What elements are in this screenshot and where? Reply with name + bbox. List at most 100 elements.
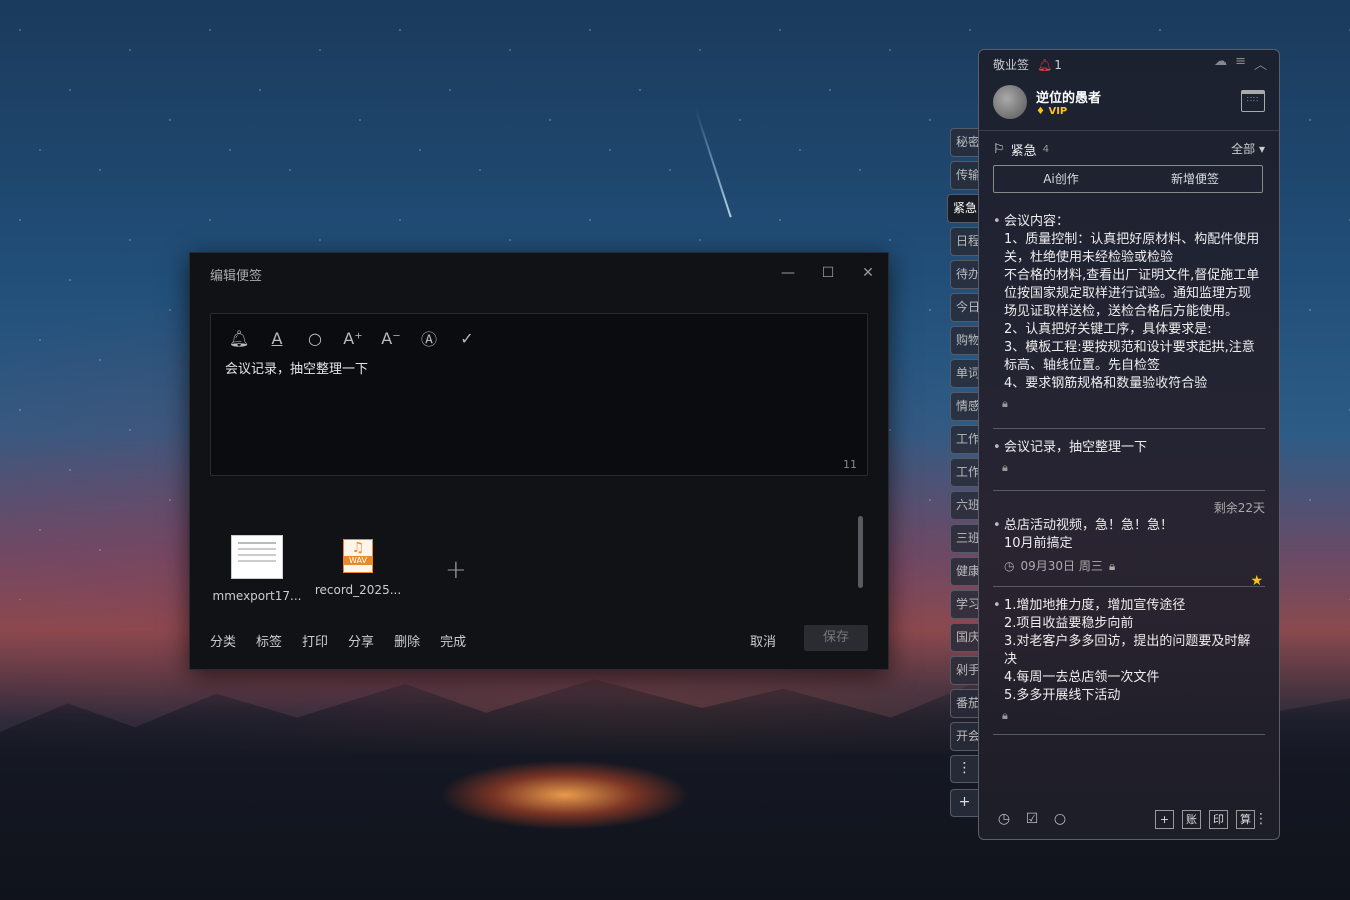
share-button[interactable]: 分享 (348, 631, 374, 650)
reminder-bell-icon[interactable]: 🔔︎ (227, 326, 251, 350)
reminder-date: 09月30日 周三 (1020, 559, 1103, 573)
side-tab[interactable]: 秘密 (950, 128, 978, 157)
bullet: • (993, 518, 1001, 533)
new-note-button[interactable]: 新增便签 (1128, 166, 1262, 192)
side-tab[interactable]: 情感 (950, 392, 978, 421)
cancel-button[interactable]: 取消 (750, 631, 776, 650)
attachment-image[interactable]: mmexport17... (212, 535, 302, 603)
side-tab[interactable]: 传输 (950, 161, 978, 190)
dialog-actions: 分类 标签 打印 分享 删除 完成 (210, 631, 466, 650)
side-tab[interactable]: 开会 (950, 722, 978, 751)
collapse-icon[interactable]: ︿ (1254, 54, 1267, 73)
delete-button[interactable]: 删除 (394, 631, 420, 650)
add-note-icon[interactable]: + (1155, 809, 1174, 829)
lock-icon: 🔒︎ (1002, 461, 1008, 474)
more-tabs-icon[interactable]: ⋮ (950, 755, 978, 783)
note-separator (993, 428, 1265, 429)
cloud-sync-icon[interactable]: ☁ (1214, 54, 1227, 73)
campfire-glow (440, 760, 690, 830)
search-icon[interactable]: ○ (303, 326, 327, 350)
font-decrease-icon[interactable]: A⁻ (379, 326, 403, 350)
side-tab[interactable]: 学习 (950, 590, 978, 619)
note-item[interactable]: • 1.增加地推力度，增加宣传途径 2.项目收益要稳步向前 3.对老客户多多回访… (993, 597, 1263, 725)
star-icon[interactable]: ★ (1250, 572, 1263, 590)
menu-icon[interactable]: ≡ (1235, 54, 1246, 73)
char-count: 11 (843, 458, 857, 471)
maximize-button[interactable]: ☐ (816, 261, 840, 285)
note-content[interactable]: 会议记录，抽空整理一下 (225, 358, 368, 377)
checkmark-icon[interactable]: ✓ (455, 326, 479, 350)
bookmark-icon: ⚐ (993, 142, 1005, 157)
note-text: 1.增加地推力度，增加宣传途径 2.项目收益要稳步向前 3.对老客户多多回访，提… (1004, 598, 1251, 703)
ai-circle-icon[interactable]: Ⓐ (417, 326, 441, 350)
note-text: 会议记录，抽空整理一下 (1004, 440, 1148, 455)
print-button[interactable]: 打印 (302, 631, 328, 650)
category-button[interactable]: 分类 (210, 631, 236, 650)
format-toolbar: 🔔︎ A ○ A⁺ A⁻ Ⓐ ✓ (227, 326, 479, 350)
image-thumbnail (231, 535, 283, 579)
more-icon[interactable]: ⋮ (1254, 808, 1268, 830)
note-editor[interactable]: 🔔︎ A ○ A⁺ A⁻ Ⓐ ✓ 会议记录，抽空整理一下 11 (210, 313, 868, 476)
notification-count: 1 (1054, 57, 1062, 72)
note-item[interactable]: • 会议记录，抽空整理一下 🔒︎ (993, 439, 1263, 477)
ai-create-button[interactable]: Ai创作 (994, 166, 1128, 192)
note-item[interactable]: • 会议内容： 1、质量控制：认真把好原材料、构配件使用关，杜绝使用未经检验或检… (993, 213, 1263, 413)
bullet: • (993, 440, 1001, 455)
vip-badge: ♦ VIP (1036, 106, 1068, 117)
add-tab-icon[interactable]: + (950, 789, 978, 817)
side-tab[interactable]: 番茄 (950, 689, 978, 718)
search-icon[interactable]: ○ (1049, 808, 1071, 830)
side-tab[interactable]: 日程 (950, 227, 978, 256)
meteor-streak (694, 107, 732, 218)
reminder-clock-icon[interactable]: ◷ (993, 808, 1015, 830)
calendar-icon[interactable]: ∷∷ (1241, 90, 1265, 112)
font-increase-icon[interactable]: A⁺ (341, 326, 365, 350)
panel-controls: ☁ ≡ ︿ (1214, 54, 1267, 73)
panel-bottom-bar: ◷ ☑ ○ + 账 印 算 ⋮ (993, 807, 1268, 831)
note-text: 总店活动视频，急！急！急！ 10月前搞定 (1004, 518, 1174, 551)
side-tab[interactable]: 今日 (950, 293, 978, 322)
ledger-icon[interactable]: 账 (1182, 809, 1201, 829)
side-tab[interactable]: 剁手 (950, 656, 978, 685)
scrollbar[interactable] (858, 516, 863, 588)
side-tab[interactable]: 工作 (950, 458, 978, 487)
attachment-audio[interactable]: ♫ WAV record_2025... (313, 535, 403, 597)
note-item[interactable]: • 总店活动视频，急！急！急！ 10月前搞定 ◷ 09月30日 周三 🔒︎ ★ (993, 517, 1263, 589)
save-button[interactable]: 保存 (804, 625, 868, 651)
attachment-name: record_2025... (314, 583, 402, 597)
notification-bell-icon[interactable]: 🔔︎ (1037, 58, 1052, 72)
current-category: ⚐ 紧急 4 (993, 140, 1049, 159)
side-tab[interactable]: 单词 (950, 359, 978, 388)
side-tab[interactable]: 健康 (950, 557, 978, 586)
bullet: • (993, 598, 1001, 613)
side-tab-active[interactable]: 紧急 (947, 194, 978, 223)
minimize-button[interactable]: — (776, 261, 800, 285)
print-icon[interactable]: 印 (1209, 809, 1228, 829)
calculator-icon[interactable]: 算 (1236, 809, 1255, 829)
wav-badge: WAV (344, 556, 372, 565)
action-buttons: Ai创作 新增便签 (993, 165, 1263, 193)
close-button[interactable]: ✕ (856, 261, 880, 285)
side-tab[interactable]: 三班 (950, 524, 978, 553)
font-color-icon[interactable]: A (265, 326, 289, 350)
side-tab[interactable]: 六班 (950, 491, 978, 520)
side-tab[interactable]: 待办 (950, 260, 978, 289)
side-tab[interactable]: 国庆 (950, 623, 978, 652)
notes-panel: 敬业签 🔔︎ 1 ☁ ≡ ︿ 逆位的愚者 ♦ VIP ∷∷ ⚐ 紧急 4 全部 … (978, 49, 1280, 840)
filter-dropdown[interactable]: 全部 ▾ (1231, 140, 1265, 157)
done-button[interactable]: 完成 (440, 631, 466, 650)
avatar[interactable] (993, 85, 1027, 119)
clock-icon: ◷ (1004, 559, 1015, 573)
todo-check-icon[interactable]: ☑ (1021, 808, 1043, 830)
tag-button[interactable]: 标签 (256, 631, 282, 650)
reminder-row: ◷ 09月30日 周三 🔒︎ (1004, 557, 1263, 575)
side-tab[interactable]: 购物 (950, 326, 978, 355)
vip-label: VIP (1048, 106, 1068, 117)
wav-file-icon: ♫ WAV (343, 539, 373, 573)
note-separator (993, 586, 1265, 587)
app-name: 敬业签 (993, 58, 1030, 72)
bullet: • (993, 214, 1001, 229)
side-tab[interactable]: 工作 (950, 425, 978, 454)
add-attachment-icon[interactable]: + (445, 555, 467, 585)
category-tabs: 秘密 传输 紧急 日程 待办 今日 购物 单词 情感 工作 工作 六班 三班 健… (947, 128, 978, 823)
